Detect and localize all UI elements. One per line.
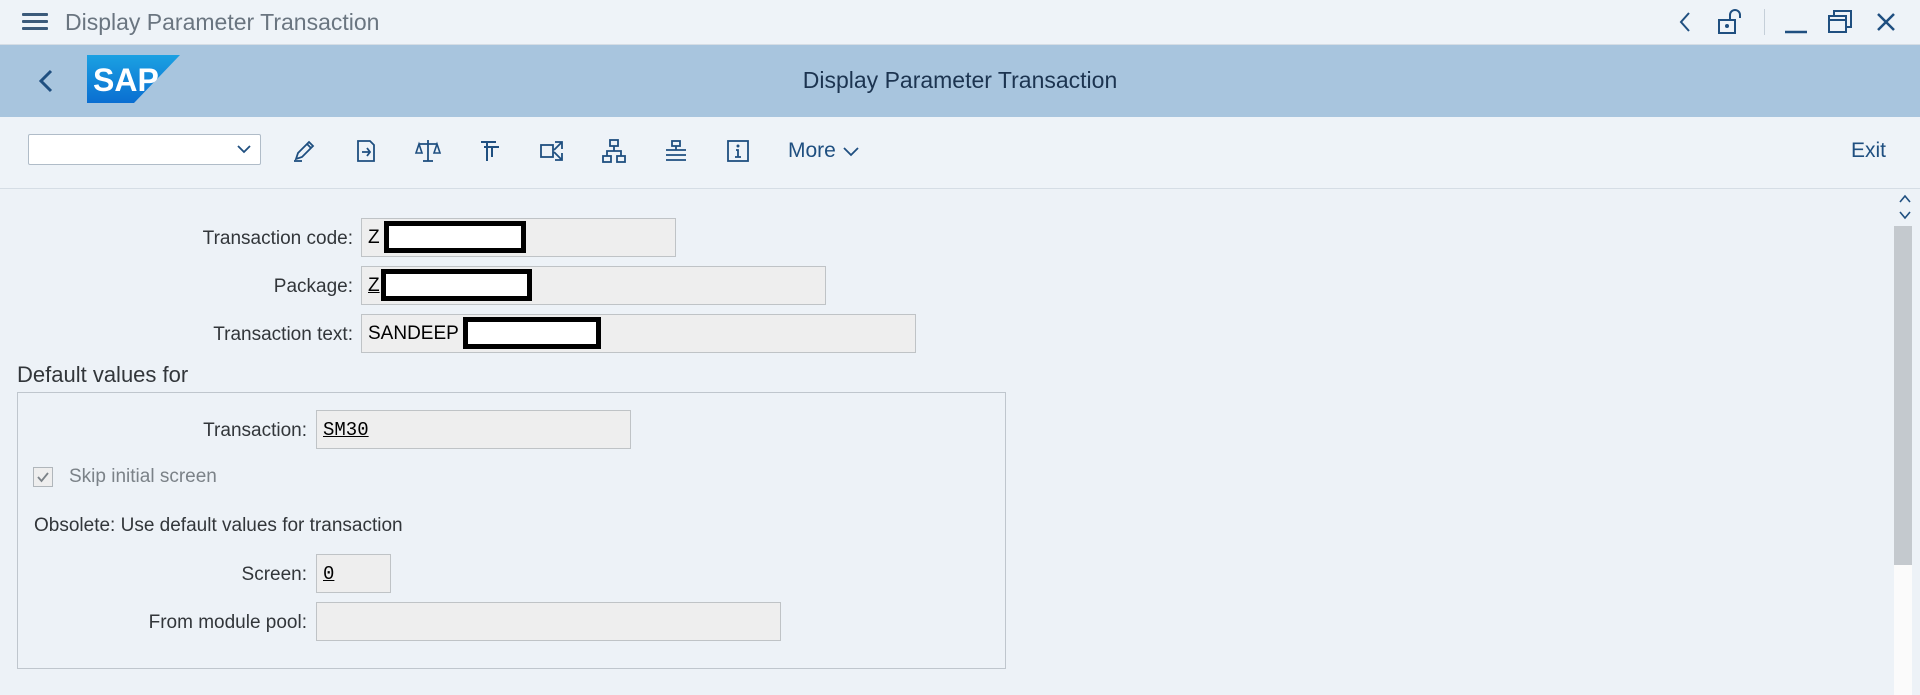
default-transaction-label: Transaction: bbox=[203, 420, 307, 441]
scrollbar-track[interactable] bbox=[1894, 565, 1912, 695]
main-content: Transaction code: Z Package: Z Transacti… bbox=[0, 190, 1890, 695]
hierarchy-icon[interactable] bbox=[598, 135, 630, 167]
package-label: Package: bbox=[273, 276, 353, 297]
scrollbar-thumb[interactable] bbox=[1894, 226, 1912, 565]
redaction-box bbox=[384, 221, 526, 253]
more-label: More bbox=[788, 139, 836, 162]
other-object-icon[interactable] bbox=[350, 135, 382, 167]
package-value: Z bbox=[368, 275, 380, 296]
obsolete-note: Obsolete: Use default values for transac… bbox=[34, 515, 403, 536]
transaction-code-label: Transaction code: bbox=[202, 228, 353, 249]
command-field-dropdown[interactable] bbox=[28, 134, 261, 165]
chevron-down-icon bbox=[237, 145, 251, 154]
skip-initial-screen-checkbox[interactable] bbox=[33, 467, 53, 487]
more-menu-button[interactable]: More bbox=[788, 139, 860, 163]
transaction-text-field[interactable]: SANDEEP bbox=[361, 314, 916, 353]
shell-header: SAP Display Parameter Transaction bbox=[0, 45, 1920, 117]
info-icon[interactable] bbox=[722, 135, 754, 167]
navigate-icon[interactable] bbox=[536, 135, 568, 167]
screen-field[interactable]: 0 bbox=[316, 554, 391, 593]
module-pool-field[interactable] bbox=[316, 602, 781, 641]
restore-window-icon[interactable] bbox=[1824, 6, 1856, 38]
transaction-code-value: Z bbox=[368, 227, 380, 248]
module-pool-label: From module pool: bbox=[148, 612, 307, 633]
hamburger-menu-icon[interactable] bbox=[20, 10, 50, 34]
edit-icon[interactable] bbox=[288, 135, 320, 167]
default-transaction-field[interactable]: SM30 bbox=[316, 410, 631, 449]
compare-icon[interactable] bbox=[412, 135, 444, 167]
transaction-text-label: Transaction text: bbox=[213, 324, 353, 345]
titlebar-separator bbox=[1764, 9, 1765, 35]
vertical-scrollbar[interactable] bbox=[1890, 190, 1920, 695]
transaction-text-value: SANDEEP bbox=[368, 323, 459, 344]
redaction-box bbox=[381, 269, 532, 301]
page-title: Display Parameter Transaction bbox=[802, 67, 1118, 93]
default-values-title: Default values for bbox=[17, 362, 189, 387]
screen-value: 0 bbox=[323, 563, 335, 585]
unlock-icon[interactable] bbox=[1714, 6, 1744, 38]
default-transaction-value: SM30 bbox=[323, 419, 369, 441]
skip-initial-screen-label: Skip initial screen bbox=[69, 466, 217, 487]
where-used-icon[interactable] bbox=[474, 135, 506, 167]
window-titlebar: Display Parameter Transaction bbox=[0, 0, 1920, 45]
scroll-down-icon[interactable] bbox=[1897, 208, 1913, 222]
screen-label: Screen: bbox=[241, 564, 307, 585]
minimize-icon[interactable] bbox=[1780, 6, 1812, 38]
application-toolbar: More Exit bbox=[0, 117, 1920, 189]
checkmark-icon bbox=[37, 472, 49, 483]
scroll-up-icon[interactable] bbox=[1897, 192, 1913, 206]
window-title: Display Parameter Transaction bbox=[65, 9, 380, 35]
exit-button[interactable]: Exit bbox=[1851, 139, 1886, 163]
redaction-box bbox=[463, 317, 601, 349]
close-window-icon[interactable] bbox=[1870, 6, 1902, 38]
chevron-left-icon[interactable] bbox=[1672, 6, 1698, 38]
display-object-list-icon[interactable] bbox=[660, 135, 692, 167]
chevron-down-icon bbox=[843, 147, 859, 157]
